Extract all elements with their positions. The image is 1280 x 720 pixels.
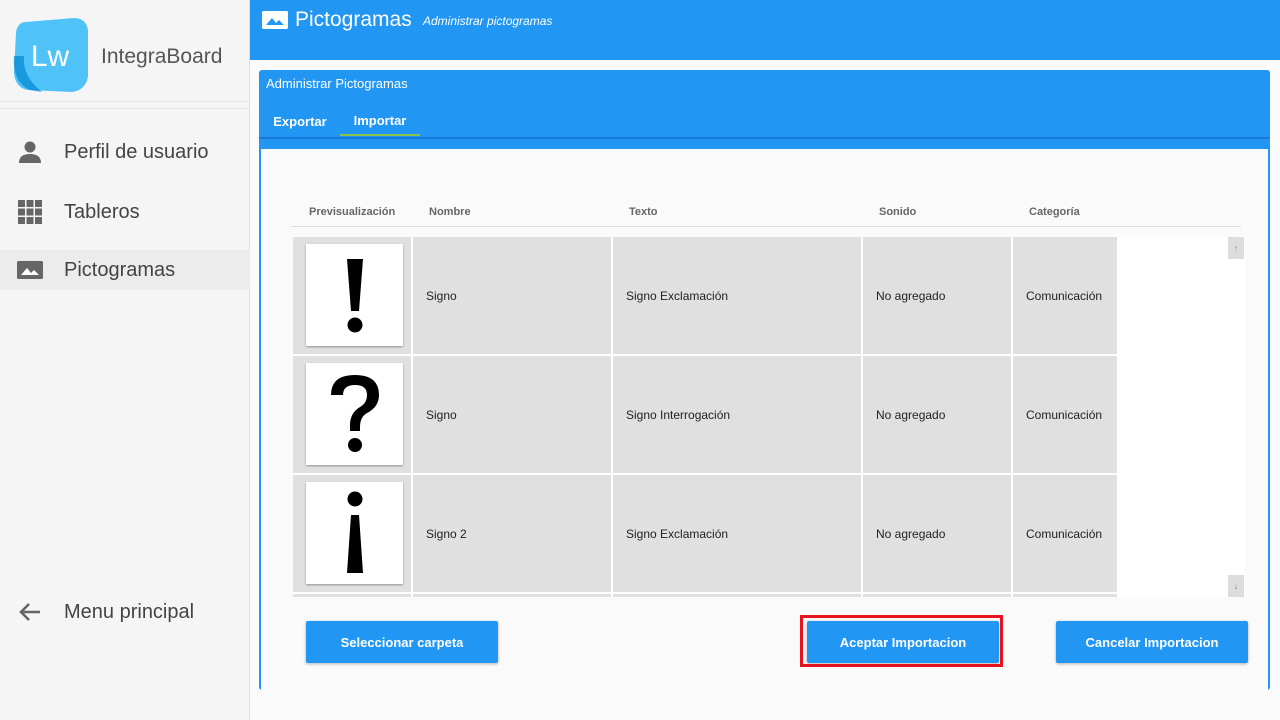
person-icon [19,141,41,163]
pictogram-thumbnail [306,244,403,346]
accept-import-highlight [800,615,1003,667]
preview-cell [293,356,411,473]
cell-texto [613,594,861,597]
cancel-import-button[interactable]: Cancelar Importacion [1056,621,1248,663]
page-title: Pictogramas [295,8,412,31]
sidebar-item-tableros[interactable]: Tableros [0,192,250,232]
preview-cell [293,594,411,597]
column-header-previsualizacion: Previsualización [309,206,396,218]
column-header-sonido: Sonido [879,206,917,218]
sidebar: Lw IntegraBoard Perfil de usuario Tabler… [0,0,250,720]
pictogram-table-body[interactable]: Signo Signo Exclamación No agregado Comu… [293,237,1245,597]
pictogram-thumbnail [306,363,403,465]
column-header-nombre: Nombre [429,206,471,218]
cell-nombre [413,594,611,597]
cell-sonido: No agregado [863,475,1011,592]
cell-categoria: Comunicación [1013,475,1117,592]
exclamation-icon [346,259,363,333]
sidebar-item-label: Pictogramas [64,258,176,281]
app-logo: Lw [13,18,88,92]
top-app-bar: Pictogramas Administrar pictogramas [250,0,1280,60]
cell-categoria: Comunicación [1013,356,1117,473]
image-icon [262,11,288,29]
table-row[interactable] [293,594,1223,597]
column-header-categoria: Categoría [1029,206,1080,218]
sidebar-item-pictogramas[interactable]: Pictogramas [0,250,250,290]
cell-texto: Signo Exclamación [613,475,861,592]
cell-texto: Signo Interrogación [613,356,861,473]
table-row[interactable]: Signo 2 Signo Exclamación No agregado Co… [293,475,1223,594]
scroll-up-arrow-icon[interactable]: ↑ [1228,237,1244,259]
scroll-down-arrow-icon[interactable]: ↓ [1228,575,1244,597]
sidebar-item-perfil[interactable]: Perfil de usuario [0,132,250,172]
cell-nombre: Signo [413,237,611,354]
card-title: Administrar Pictogramas [266,76,408,91]
tab-exportar[interactable]: Exportar [265,106,335,136]
cell-nombre: Signo 2 [413,475,611,592]
manage-pictograms-card: Administrar Pictogramas Exportar Importa… [259,70,1270,690]
logo-text: Lw [31,40,70,73]
cell-categoria [1013,594,1117,597]
arrow-left-icon [19,603,40,621]
cell-nombre: Signo [413,356,611,473]
image-icon [17,261,43,279]
cell-categoria: Comunicación [1013,237,1117,354]
inverted-exclamation-icon [346,491,363,573]
tabs-divider [259,137,1270,139]
cell-texto: Signo Exclamación [613,237,861,354]
table-row[interactable]: Signo Signo Interrogación No agregado Co… [293,356,1223,475]
grid-icon [18,200,42,224]
sidebar-item-label: Menu principal [64,600,195,623]
brand-divider [0,108,250,109]
cell-sonido: No agregado [863,237,1011,354]
column-header-texto: Texto [629,206,658,218]
page-subtitle: Administrar pictogramas [423,14,553,28]
table-row[interactable]: Signo Signo Exclamación No agregado Comu… [293,237,1223,356]
preview-cell [293,237,411,354]
import-panel: Previsualización Nombre Texto Sonido Cat… [261,149,1268,690]
preview-cell [293,475,411,592]
sidebar-item-label: Tableros [64,200,140,223]
sidebar-item-menu-principal[interactable]: Menu principal [0,592,250,632]
vertical-scrollbar[interactable]: ↑ ↓ [1227,237,1245,597]
app-name: IntegraBoard [101,45,223,68]
cell-sonido [863,594,1011,597]
tab-importar[interactable]: Importar [340,106,420,136]
cell-sonido: No agregado [863,356,1011,473]
select-folder-button[interactable]: Seleccionar carpeta [306,621,498,663]
sidebar-item-label: Perfil de usuario [64,140,209,163]
pictogram-thumbnail [306,482,403,584]
table-header: Previsualización Nombre Texto Sonido Cat… [291,199,1241,227]
question-mark-icon [330,375,379,452]
brand-header: Lw IntegraBoard [0,0,250,102]
